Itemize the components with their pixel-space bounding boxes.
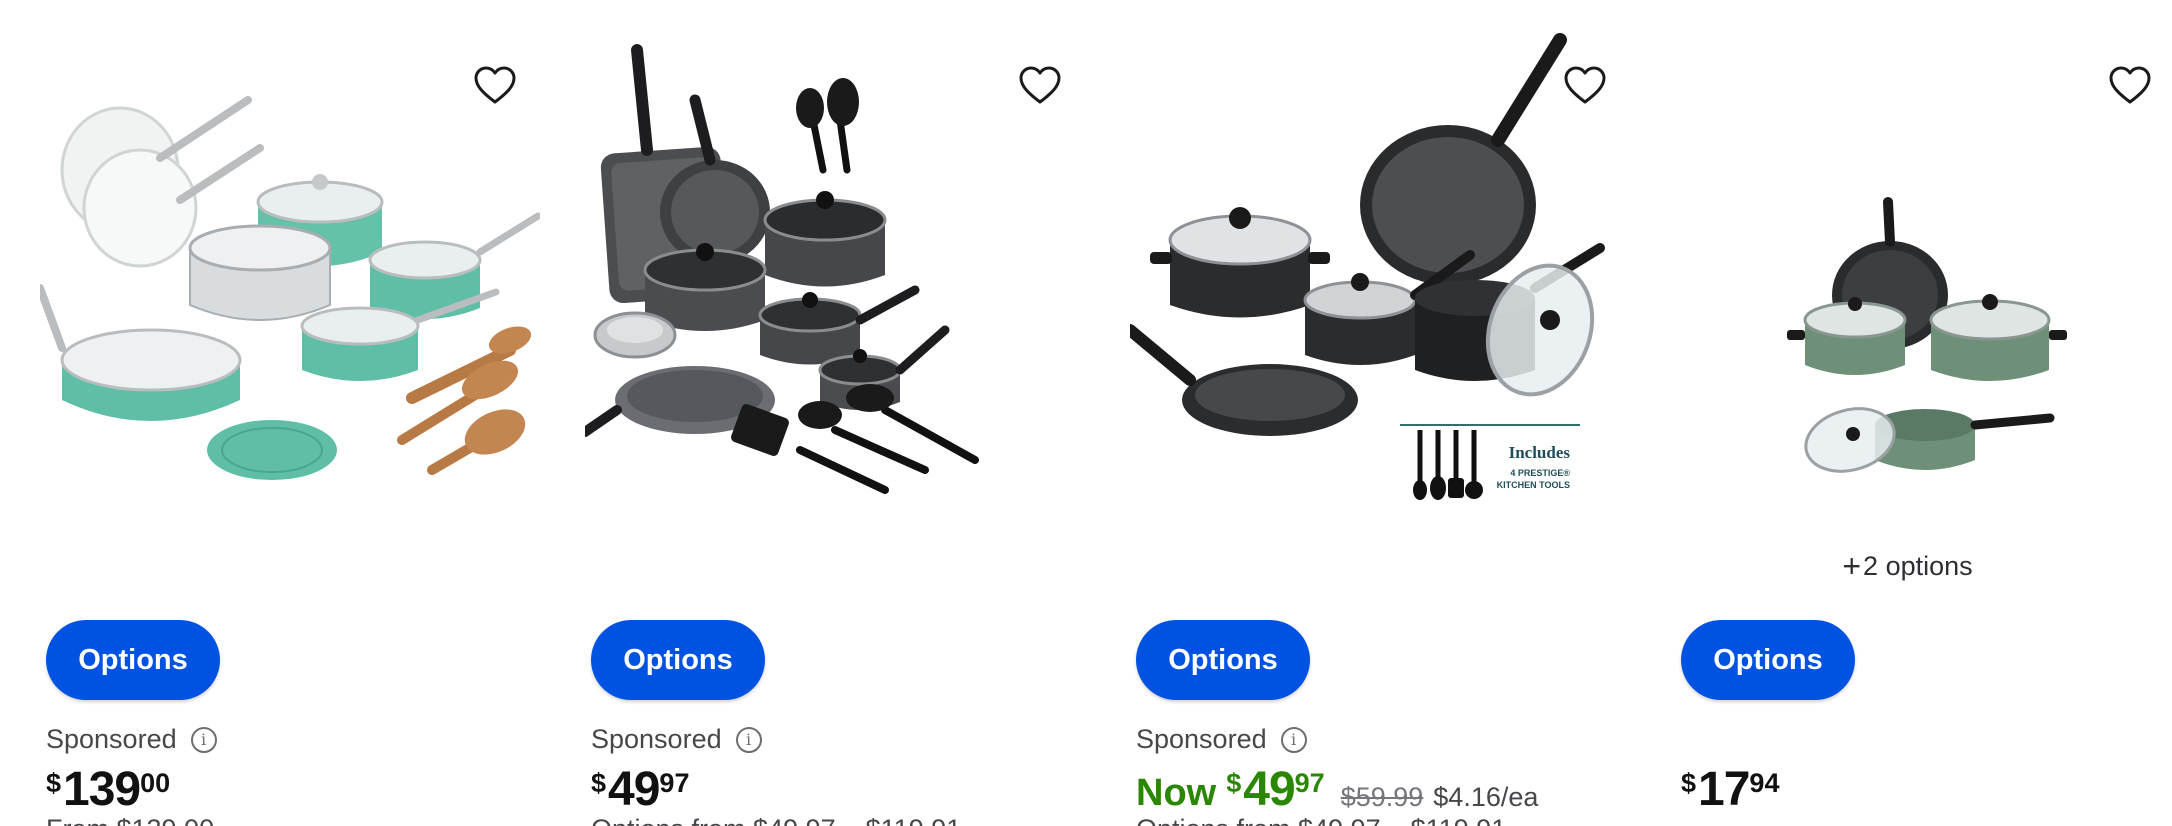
options-button[interactable]: Options xyxy=(1136,620,1310,700)
options-button[interactable]: Options xyxy=(1681,620,1855,700)
info-icon[interactable]: i xyxy=(735,726,762,753)
price: $ 49 97 xyxy=(591,762,689,818)
price-currency: $ xyxy=(1226,768,1242,798)
sponsored-text: Sponsored xyxy=(46,724,177,754)
product-image xyxy=(1787,197,2067,473)
price-currency: $ xyxy=(1681,768,1697,798)
favorite-button[interactable] xyxy=(470,60,520,110)
product-image xyxy=(40,96,540,480)
price-dollars: 139 xyxy=(63,763,141,816)
product-image-link[interactable] xyxy=(585,30,1085,530)
badge-line2: 4 PRESTIGE® xyxy=(1510,468,1570,478)
product-card: Options Sponsored i $ 139 00 From $139.0… xyxy=(0,0,545,826)
options-button[interactable]: Options xyxy=(46,620,220,700)
badge-line1: Includes xyxy=(1509,443,1571,462)
favorite-button[interactable] xyxy=(2105,60,2155,110)
more-options-link[interactable]: +2 options xyxy=(1635,548,2172,585)
sponsored-text: Sponsored xyxy=(1136,724,1267,754)
price-range: From $139.00 xyxy=(46,814,214,826)
unit-price: $4.16/ea xyxy=(1433,782,1539,812)
badge-line3: KITCHEN TOOLS xyxy=(1497,480,1570,490)
price-range: Options from $49.97 – $119.91 xyxy=(591,814,961,826)
favorite-button[interactable] xyxy=(1015,60,1065,110)
sponsored-label: Sponsored i xyxy=(591,724,762,755)
price-cents: 00 xyxy=(140,768,171,798)
heart-outline-icon xyxy=(1019,66,1061,104)
info-icon[interactable]: i xyxy=(190,726,217,753)
product-card: +2 options Options $ 17 94 xyxy=(1635,0,2172,826)
price: Now $ 49 97 $59.99 $4.16/ea xyxy=(1136,762,1538,818)
product-card: Includes 4 PRESTIGE® KITCHEN TOOLS Optio… xyxy=(1090,0,1635,826)
heart-outline-icon xyxy=(474,66,516,104)
price-dollars: 17 xyxy=(1698,763,1750,816)
product-image-link[interactable] xyxy=(40,30,540,530)
sponsored-text: Sponsored xyxy=(591,724,722,754)
was-price: $59.99 xyxy=(1340,782,1424,812)
product-image: Includes 4 PRESTIGE® KITCHEN TOOLS xyxy=(1130,33,1605,500)
sponsored-label: Sponsored i xyxy=(46,724,217,755)
price-dollars: 49 xyxy=(1243,763,1295,816)
product-image-link[interactable] xyxy=(1675,30,2172,530)
price: $ 139 00 xyxy=(46,762,170,818)
price-currency: $ xyxy=(591,768,607,798)
product-card: Options Sponsored i $ 49 97 Options from… xyxy=(545,0,1090,826)
heart-outline-icon xyxy=(1564,66,1606,104)
sponsored-label: Sponsored i xyxy=(1136,724,1307,755)
product-image-link[interactable]: Includes 4 PRESTIGE® KITCHEN TOOLS xyxy=(1130,30,1630,530)
price-cents: 97 xyxy=(659,768,690,798)
price-range: Options from $49.97 – $119.91 xyxy=(1136,814,1506,826)
info-icon[interactable]: i xyxy=(1280,726,1307,753)
price-dollars: 49 xyxy=(608,763,660,816)
options-button[interactable]: Options xyxy=(591,620,765,700)
plus-icon: + xyxy=(1842,548,1862,584)
price: $ 17 94 xyxy=(1681,762,1779,818)
more-options-text: 2 options xyxy=(1863,551,1973,581)
product-image xyxy=(585,44,979,494)
product-grid: Options Sponsored i $ 139 00 From $139.0… xyxy=(0,0,2172,826)
price-cents: 94 xyxy=(1749,768,1780,798)
price-now-label: Now xyxy=(1136,772,1217,814)
favorite-button[interactable] xyxy=(1560,60,1610,110)
price-cents: 97 xyxy=(1294,768,1325,798)
price-currency: $ xyxy=(46,768,62,798)
heart-outline-icon xyxy=(2109,66,2151,104)
